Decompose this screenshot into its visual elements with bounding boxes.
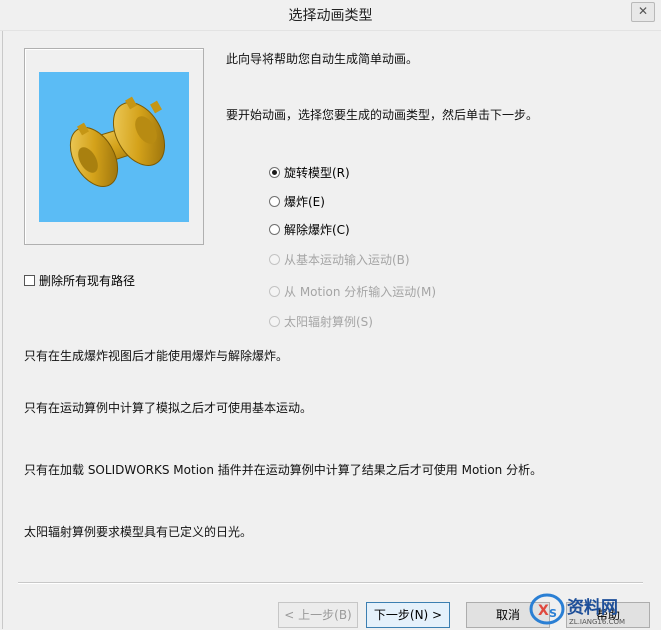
radio-explode[interactable]: 爆炸(E): [269, 193, 325, 210]
radio-motion-analysis: 从 Motion 分析输入运动(M): [269, 283, 436, 300]
radio-indicator: [269, 224, 280, 235]
gear-part-icon: [69, 96, 166, 187]
delete-paths-checkbox[interactable]: 删除所有现有路径: [24, 272, 135, 289]
note-explode: 只有在生成爆炸视图后才能使用爆炸与解除爆炸。: [24, 349, 289, 363]
next-button[interactable]: 下一步(N) >: [366, 602, 450, 628]
intro-text-2: 要开始动画，选择您要生成的动画类型，然后单击下一步。: [226, 108, 539, 122]
radio-indicator: [269, 254, 280, 265]
note-basic-motion: 只有在运动算例中计算了模拟之后才可使用基本运动。: [24, 401, 313, 415]
intro-text-1: 此向导将帮助您自动生成简单动画。: [226, 52, 419, 66]
note-motion-analysis: 只有在加载 SOLIDWORKS Motion 插件并在运动算例中计算了结果之后…: [24, 463, 543, 477]
watermark-logo: X S 资料网 ZL.IANG16.COM: [529, 591, 657, 627]
radio-label: 解除爆炸(C): [284, 223, 350, 237]
radio-label: 旋转模型(R): [284, 166, 350, 180]
title-bar: 选择动画类型 ✕: [0, 0, 661, 31]
radio-label: 爆炸(E): [284, 195, 325, 209]
note-solar: 太阳辐射算例要求模型具有已定义的日光。: [24, 525, 253, 539]
radio-label: 从基本运动输入运动(B): [284, 253, 410, 267]
checkbox-label: 删除所有现有路径: [39, 274, 136, 288]
watermark-text: 资料网: [567, 597, 618, 618]
radio-indicator: [269, 167, 280, 178]
radio-solar-study: 太阳辐射算例(S): [269, 313, 373, 330]
window-title: 选择动画类型: [288, 8, 373, 24]
watermark-sub: ZL.IANG16.COM: [569, 618, 625, 626]
separator: [18, 582, 643, 584]
checkbox-box: [24, 275, 35, 286]
back-button: < 上一步(B): [278, 602, 358, 628]
close-icon: ✕: [638, 4, 649, 18]
svg-text:S: S: [549, 607, 557, 620]
svg-text:X: X: [538, 603, 549, 619]
close-button[interactable]: ✕: [631, 2, 655, 22]
radio-label: 太阳辐射算例(S): [284, 315, 373, 329]
xs-logo-icon: X S 资料网 ZL.IANG16.COM: [529, 593, 625, 626]
radio-indicator: [269, 196, 280, 207]
preview-frame: [24, 48, 204, 245]
radio-collapse[interactable]: 解除爆炸(C): [269, 221, 350, 238]
radio-indicator: [269, 316, 280, 327]
model-preview: [39, 72, 189, 222]
radio-indicator: [269, 286, 280, 297]
left-border: [2, 31, 3, 629]
radio-rotate-model[interactable]: 旋转模型(R): [269, 164, 350, 181]
radio-label: 从 Motion 分析输入运动(M): [284, 285, 437, 299]
radio-basic-motion: 从基本运动输入运动(B): [269, 251, 410, 268]
